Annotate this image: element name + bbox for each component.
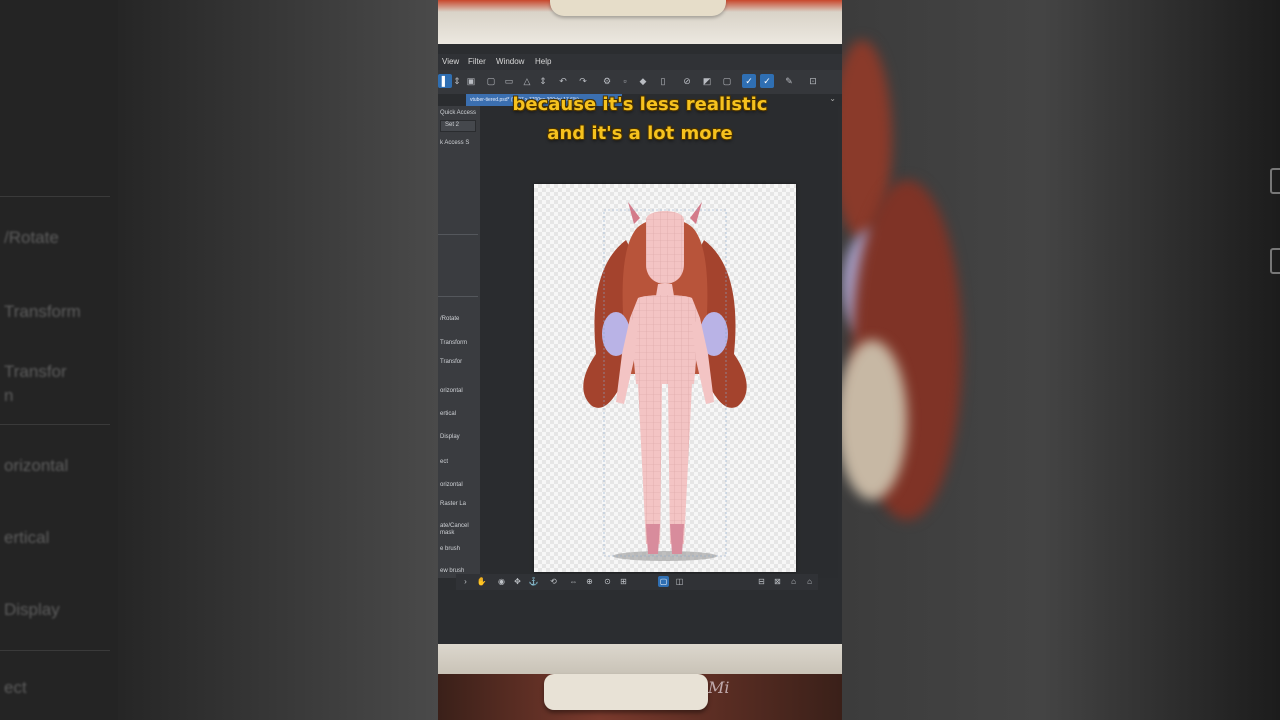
divider xyxy=(438,296,478,297)
expand-icon[interactable]: › xyxy=(460,576,471,587)
ghost-divider xyxy=(0,650,110,651)
quick-access-panel: Quick Access Set 2 k Access S /Rotate Tr… xyxy=(438,106,481,578)
background-right-blur xyxy=(842,0,1280,720)
divider xyxy=(438,234,478,235)
mask-icon[interactable]: ⊠ xyxy=(772,576,783,587)
quick-access-item[interactable]: ertical xyxy=(440,411,456,417)
watermark-logo: Mi xyxy=(708,678,730,697)
fit-icon[interactable]: ⊞ xyxy=(618,576,629,587)
ghost-label: /Rotate xyxy=(4,228,59,247)
view-icon[interactable]: ◫ xyxy=(674,576,685,587)
invert-icon[interactable]: ◩ xyxy=(700,74,714,88)
quick-access-item[interactable]: ate/Cancel xyxy=(440,523,469,529)
quick-access-item[interactable]: Transfor xyxy=(440,359,462,365)
menu-window[interactable]: Window xyxy=(496,57,524,66)
deselect-icon[interactable]: ⊘ xyxy=(680,74,694,88)
quick-access-item[interactable]: orizontal xyxy=(440,388,463,394)
command-bar: ▌ ⇕ ▣ ▢ ▭ △ ⇕ ↶ ↷ ⚙ ▫ ◆ ▯ ⊘ ◩ ▢ ✓ ✓ ✎ ⊡ xyxy=(438,70,842,95)
tablet-stand-bottom xyxy=(438,644,842,674)
rotate-icon[interactable]: ⟲ xyxy=(548,576,559,587)
menu-bar: View Filter Window Help xyxy=(438,54,842,70)
clear-icon[interactable]: ▫ xyxy=(618,74,632,88)
ghost-divider xyxy=(0,196,110,197)
redo-icon[interactable]: ↷ xyxy=(576,74,590,88)
crop-icon[interactable]: ▯ xyxy=(656,74,670,88)
undo-icon[interactable]: ↶ xyxy=(556,74,570,88)
ruler-icon[interactable]: ⊡ xyxy=(806,74,820,88)
fill-icon[interactable]: ◆ xyxy=(636,74,650,88)
pencil-tool-icon[interactable]: ✓ xyxy=(760,74,774,88)
horn-left xyxy=(628,202,640,224)
reset-icon[interactable]: ⊕ xyxy=(584,576,595,587)
edge-icon xyxy=(1270,248,1280,274)
selection-icon[interactable]: ▢ xyxy=(720,74,734,88)
settings-icon[interactable]: ⚙ xyxy=(600,74,614,88)
zoom-icon[interactable]: ⊙ xyxy=(602,576,613,587)
background-left-blur: /Rotate Transform Transfor n orizontal e… xyxy=(0,0,438,720)
gallery-icon[interactable]: ▣ xyxy=(464,74,478,88)
active-view-icon[interactable]: ▢ xyxy=(658,576,669,587)
quick-access-item[interactable]: Display xyxy=(440,434,460,440)
ghost-divider xyxy=(0,424,110,425)
save-icon[interactable]: △ xyxy=(520,74,534,88)
camera-icon[interactable]: ◉ xyxy=(496,576,507,587)
quick-access-item[interactable]: e brush xyxy=(440,546,460,552)
stepper-icon[interactable]: ⇕ xyxy=(450,74,464,88)
horn-right xyxy=(690,202,702,224)
layer-icon[interactable]: ⊟ xyxy=(756,576,767,587)
move-icon[interactable]: ✥ xyxy=(512,576,523,587)
lock-icon[interactable]: ⌂ xyxy=(788,576,799,587)
stand-clip xyxy=(550,0,726,16)
anchor-icon[interactable]: ⚓ xyxy=(528,576,539,587)
menu-help[interactable]: Help xyxy=(535,57,551,66)
caption-line-1: because it's less realistic xyxy=(512,94,768,115)
quick-access-item[interactable]: ect xyxy=(440,459,448,465)
menu-filter[interactable]: Filter xyxy=(468,57,486,66)
new-file-icon[interactable]: ▢ xyxy=(484,74,498,88)
hand-icon[interactable]: ✋ xyxy=(476,576,487,587)
open-folder-icon[interactable]: ▭ xyxy=(502,74,516,88)
flip-icon[interactable]: ⇔ xyxy=(568,576,579,587)
canvas-paper[interactable] xyxy=(534,184,796,572)
quick-access-item[interactable]: orizontal xyxy=(440,482,463,488)
caption-line-2: and it's a lot more xyxy=(547,123,733,144)
edge-icon xyxy=(1270,168,1280,194)
quick-access-item[interactable]: mask xyxy=(440,530,454,536)
trash-icon[interactable]: ⌂ xyxy=(804,576,815,587)
canvas-area[interactable] xyxy=(480,106,838,578)
canvas-status-bar: › ✋ ◉ ✥ ⚓ ⟲ ⇔ ⊕ ⊙ ⊞ ▢ ◫ ⊟ ⊠ ⌂ ⌂ xyxy=(456,574,818,590)
ghost-label: Display xyxy=(4,600,60,619)
quick-access-item[interactable]: Transform xyxy=(440,340,467,346)
tablet-device: View Filter Window Help ▌ ⇕ ▣ ▢ ▭ △ ⇕ ↶ … xyxy=(438,0,842,720)
dropdown-icon[interactable]: ⇕ xyxy=(536,74,550,88)
ghost-label: Transform xyxy=(4,302,81,321)
ghost-label: ect xyxy=(4,678,27,697)
pen-tool-icon[interactable]: ✓ xyxy=(742,74,756,88)
quick-access-item[interactable]: /Rotate xyxy=(440,316,459,322)
ghost-label: n xyxy=(4,386,14,405)
ghost-label: Transfor xyxy=(4,362,67,381)
ghost-label: orizontal xyxy=(4,456,69,475)
ghost-label: ertical xyxy=(4,528,50,547)
menu-view[interactable]: View xyxy=(442,57,459,66)
stand-foot xyxy=(544,674,708,710)
quick-access-item[interactable]: Raster La xyxy=(440,501,466,507)
character-model-artwork xyxy=(583,202,747,561)
brush-icon[interactable]: ✎ xyxy=(782,74,796,88)
